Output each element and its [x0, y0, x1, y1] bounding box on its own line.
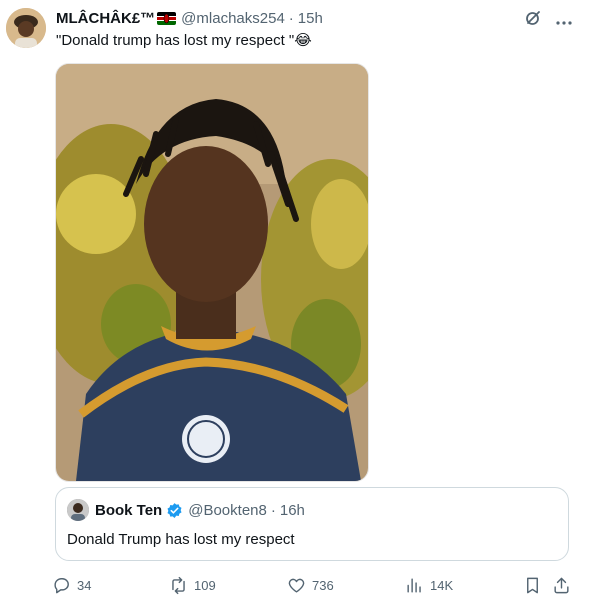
- share-icon: [554, 577, 569, 593]
- verified-badge-icon: [166, 502, 183, 519]
- quoted-timestamp[interactable]: 16h: [280, 502, 305, 519]
- kenya-flag-icon: [157, 11, 177, 25]
- quoted-separator: ·: [270, 501, 276, 519]
- like-count: 736: [312, 577, 334, 593]
- quoted-author-avatar[interactable]: [67, 499, 89, 521]
- quoted-tweet[interactable]: Book Ten @Bookten8 · 16h Donald Trump ha…: [55, 487, 569, 561]
- repost-icon: [172, 576, 185, 594]
- action-bar: 34 109 736 14K: [52, 573, 574, 597]
- tweet-photo[interactable]: [55, 63, 369, 482]
- tweet: MLÂCHÂK£™ @mlachaks254 · 15h "Donald tru…: [0, 0, 598, 604]
- tweet-top-actions: [524, 9, 572, 32]
- reply-button[interactable]: 34: [52, 576, 91, 595]
- author-handle[interactable]: @mlachaks254: [181, 10, 285, 27]
- quoted-text: Donald Trump has lost my respect: [67, 531, 295, 548]
- views-count: 14K: [430, 577, 454, 593]
- author-name[interactable]: MLÂCHÂK£™: [56, 10, 155, 27]
- reply-icon: [54, 577, 69, 593]
- more-options-icon[interactable]: [556, 12, 572, 30]
- author-avatar[interactable]: [6, 8, 46, 48]
- bookmark-button[interactable]: [523, 576, 542, 595]
- quoted-header: Book Ten @Bookten8 · 16h: [67, 499, 305, 521]
- like-button[interactable]: 736: [287, 576, 334, 595]
- bookmark-icon: [527, 577, 538, 593]
- share-button[interactable]: [552, 576, 571, 595]
- quoted-author-name[interactable]: Book Ten: [95, 502, 162, 519]
- repost-count: 109: [194, 577, 216, 593]
- views-icon: [407, 577, 421, 593]
- views-button[interactable]: 14K: [405, 576, 453, 595]
- tweet-timestamp[interactable]: 15h: [298, 10, 323, 27]
- heart-icon: [288, 578, 305, 593]
- quoted-author-handle[interactable]: @Bookten8: [188, 502, 267, 519]
- tweet-text: "Donald trump has lost my respect "😂: [56, 32, 312, 49]
- grok-icon[interactable]: [524, 9, 542, 32]
- reply-count: 34: [77, 577, 92, 593]
- repost-button[interactable]: 109: [169, 576, 216, 595]
- header-separator: ·: [288, 9, 294, 27]
- tweet-header: MLÂCHÂK£™ @mlachaks254 · 15h: [56, 8, 323, 28]
